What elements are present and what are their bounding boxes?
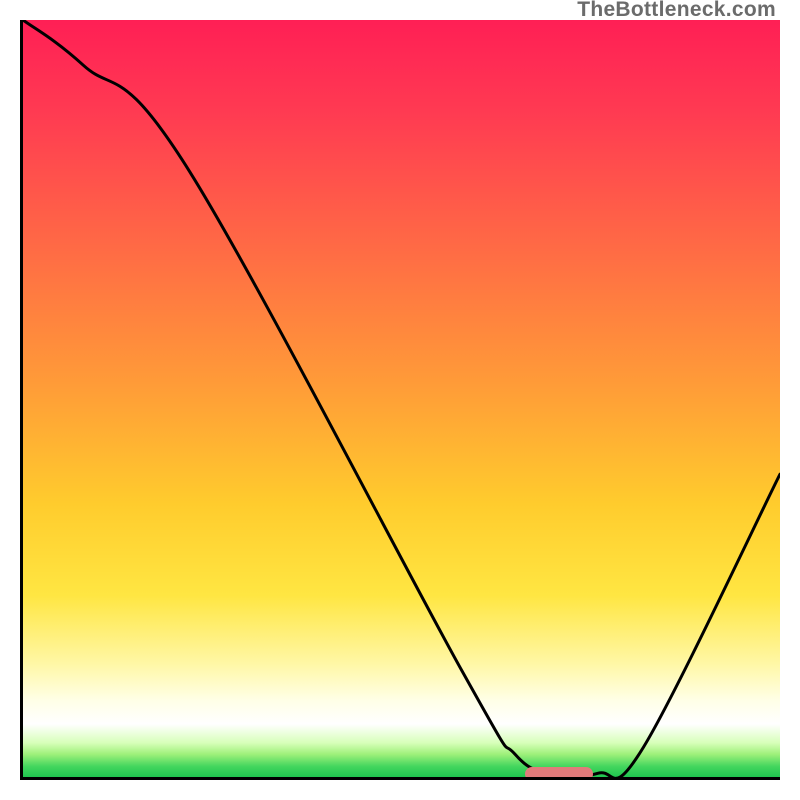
bottleneck-curve [23, 20, 780, 777]
curve-svg [23, 20, 780, 777]
plot-area [20, 20, 780, 780]
chart-container: TheBottleneck.com [0, 0, 800, 800]
watermark-text: TheBottleneck.com [577, 0, 776, 22]
optimal-marker [525, 767, 593, 780]
